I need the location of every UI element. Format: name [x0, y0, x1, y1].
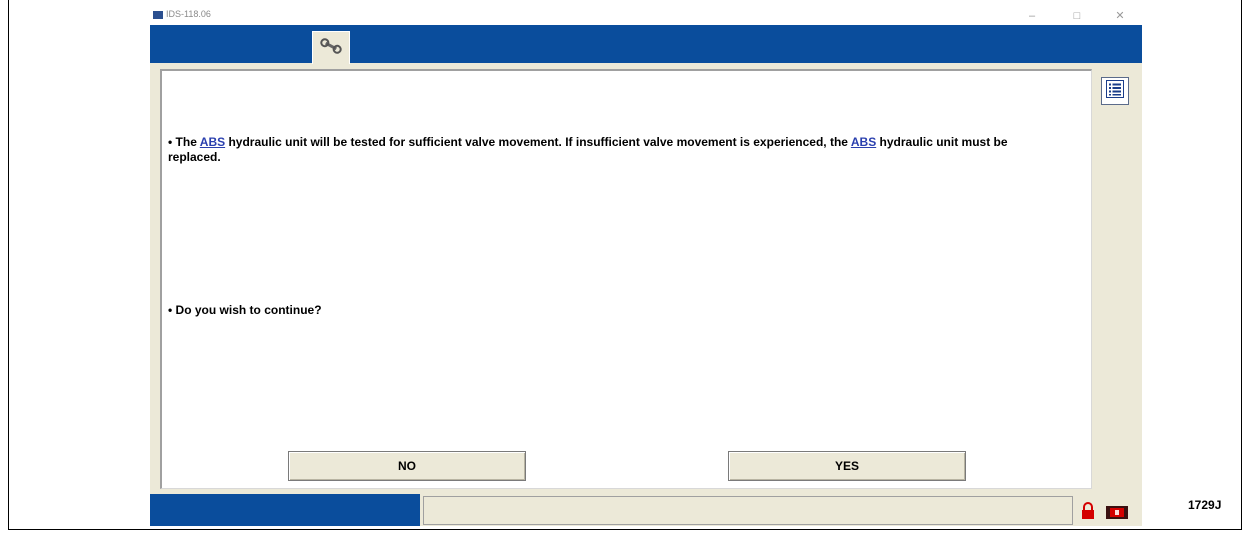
text: The: [175, 135, 200, 149]
question-text: Do you wish to continue?: [175, 303, 322, 317]
toolbar: [150, 25, 1142, 64]
yes-button[interactable]: YES: [728, 451, 966, 481]
abs-term-link[interactable]: ABS: [851, 135, 876, 149]
close-button[interactable]: ✕: [1100, 8, 1140, 24]
bullet: •: [168, 135, 173, 149]
app-window: IDS-118.06 – □ ✕ • The ABS hydraulic uni…: [150, 7, 1142, 526]
abs-term-link[interactable]: ABS: [200, 135, 225, 149]
title-bar: IDS-118.06 – □ ✕: [150, 7, 1142, 25]
wrench-icon: [319, 37, 343, 59]
paragraph-continue-question: • Do you wish to continue?: [168, 303, 322, 318]
padlock-icon[interactable]: [1080, 502, 1096, 525]
paragraph-abs-test: • The ABS hydraulic unit will be tested …: [168, 135, 1048, 165]
figure-reference-code: 1729J: [1188, 498, 1222, 512]
status-message-field: [423, 496, 1073, 525]
bullet: •: [168, 303, 173, 317]
text: hydraulic unit will be tested for suffic…: [225, 135, 851, 149]
maximize-button[interactable]: □: [1057, 8, 1097, 24]
list-button[interactable]: [1101, 77, 1129, 105]
window-title: IDS-118.06: [166, 9, 211, 19]
app-icon: [153, 11, 163, 19]
minimize-button[interactable]: –: [1012, 8, 1052, 24]
no-button[interactable]: NO: [288, 451, 526, 481]
vcm-device-icon[interactable]: [1105, 504, 1129, 525]
tab-toolbox[interactable]: [312, 31, 350, 64]
list-icon: [1106, 79, 1124, 103]
message-panel: • The ABS hydraulic unit will be tested …: [160, 69, 1092, 489]
status-panel-left: [150, 494, 420, 526]
status-bar: [150, 494, 1142, 526]
